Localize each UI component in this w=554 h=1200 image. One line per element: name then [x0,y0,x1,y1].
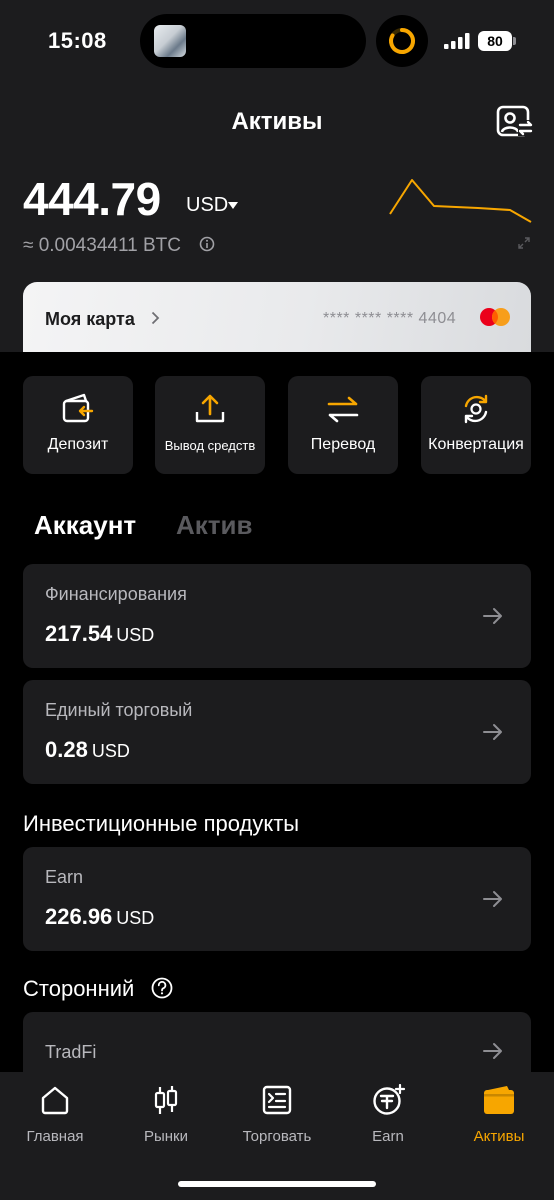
tab-account[interactable]: Аккаунт [34,510,136,541]
account-name: Финансирования [45,584,187,604]
tab-asset[interactable]: Актив [176,510,253,541]
convert-button[interactable]: Конвертация [421,376,531,474]
island-activity [376,15,428,67]
nav-assets[interactable]: Активы [444,1072,554,1162]
deposit-label: Депозит [47,436,109,453]
candlestick-icon [154,1086,178,1114]
account-currency: USD [91,741,130,761]
nav-home[interactable]: Главная [0,1072,110,1162]
battery-tip [513,37,516,45]
expand-icon[interactable] [518,237,530,249]
nav-earn[interactable]: Earn [333,1072,443,1162]
balance-sparkline [389,179,532,223]
deposit-button[interactable]: Депозит [23,376,133,474]
battery-level: 80 [478,31,512,51]
account-value: 217.54 [45,621,113,646]
arrow-right-icon [483,1043,502,1059]
account-value-line: 217.54 USD [45,621,154,647]
earn-account-row[interactable]: Earn 226.96 USD [23,847,531,951]
account-name: TradFi [45,1042,97,1062]
third-party-heading: Сторонний [23,976,135,1001]
balance-currency-selector[interactable]: USD [186,194,228,217]
info-icon[interactable] [199,236,215,252]
withdraw-button[interactable]: Вывод средств [155,376,265,474]
status-time: 15:08 [48,28,107,53]
account-currency: USD [116,625,155,645]
nav-markets[interactable]: Рынки [111,1072,221,1162]
earn-icon [373,1084,406,1115]
convert-cycle-icon [464,394,488,424]
home-indicator [178,1181,376,1187]
total-balance: 444.79 [23,173,161,225]
question-icon[interactable] [151,977,173,999]
trade-icon [262,1085,292,1115]
arrow-right-icon [483,891,502,907]
unified-trading-account-row[interactable]: Единый торговый 0.28 USD [23,680,531,784]
transfer-label: Перевод [310,436,376,453]
account-value: 0.28 [45,737,88,762]
cellular-signal-icon [444,33,470,49]
page-title: Активы [231,108,323,135]
transfer-arrows-icon [327,396,359,423]
btc-equivalent: ≈ 0.00434411 BTC [23,235,181,256]
transfer-button[interactable]: Перевод [288,376,398,474]
home-icon [41,1086,69,1115]
quick-actions: Депозит Вывод средств Перевод Конвертаци… [23,376,531,474]
card-label: Моя карта [45,309,135,329]
funding-account-row[interactable]: Финансирования 217.54 USD [23,564,531,668]
chevron-right-icon [151,311,160,325]
investment-products-heading: Инвестиционные продукты [23,811,300,836]
caret-down-icon[interactable] [228,202,238,210]
mastercard-logo-icon [480,308,510,326]
status-bar: 15:08 80 [0,0,554,80]
account-name: Единый торговый [45,700,193,720]
withdraw-upload-icon [195,394,225,423]
nav-label: Торговать [242,1128,312,1145]
activity-ring-icon [389,28,415,54]
account-currency: USD [116,908,155,928]
account-value-line: 226.96 USD [45,904,154,930]
nav-label: Рынки [143,1128,188,1145]
island-avatar-icon [154,25,186,57]
arrow-right-icon [483,724,502,740]
withdraw-label: Вывод средств [164,438,256,453]
wallet-icon [484,1086,514,1114]
arrow-right-icon [483,608,502,624]
nav-label: Активы [473,1128,525,1145]
nav-trade[interactable]: Торговать [222,1072,332,1162]
account-name: Earn [45,867,84,887]
nav-label: Earn [372,1128,404,1145]
account-value: 226.96 [45,904,113,929]
nav-label: Главная [26,1128,84,1145]
my-card[interactable]: Моя карта **** **** **** 4404 [23,282,531,352]
card-number: **** **** **** 4404 [323,310,457,327]
account-value-line: 0.28 USD [45,737,130,763]
deposit-wallet-icon [62,393,94,423]
profile-switch-icon[interactable] [494,104,534,140]
convert-label: Конвертация [428,436,524,453]
dynamic-island [140,14,366,68]
